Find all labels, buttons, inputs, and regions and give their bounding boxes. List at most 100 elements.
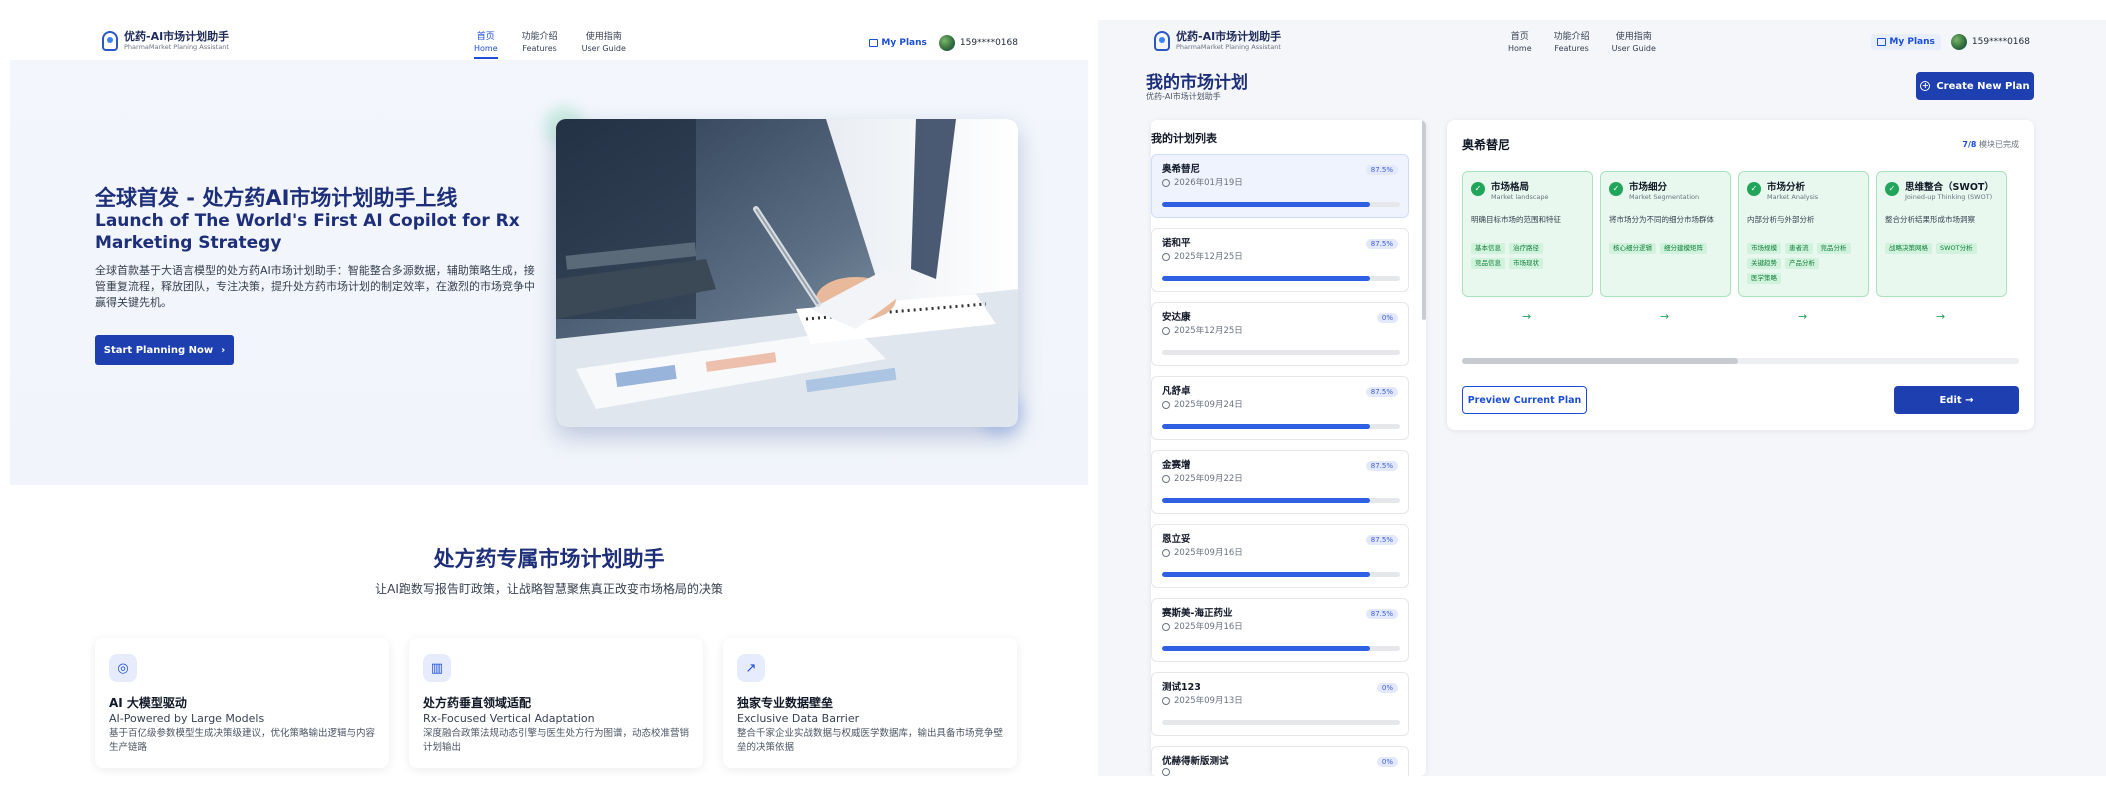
nav-user-guide[interactable]: 使用指南 User Guide [1612,32,1656,54]
module-tag: 战略决策网格 [1885,243,1932,254]
plan-detail-card: 奥希替尼 7/8 模块已完成 ✓ 市场格局 Market landscape 明确目标… [1447,120,2034,430]
plans-icon [1877,38,1887,46]
module-card[interactable]: ✓ 市场格局 Market landscape 明确目标市场的范围和特征 基本信息 治疗路… [1462,171,1593,297]
user-phone[interactable]: 159****0168 [1972,37,2030,47]
plan-list-item[interactable]: 金赛增 2025年09月22日 87.5% [1151,450,1409,514]
plan-name: 测试123 [1162,682,1201,693]
brand-logo[interactable]: 优药-AI市场计划助手 PharmaMarket Planing Assista… [1154,30,1281,52]
hero-title-cn: 全球首发 - 处方药AI市场计划助手上线 [95,186,458,210]
scrollbar-thumb[interactable] [1462,358,1738,364]
plan-date-text: 2025年09月13日 [1174,696,1243,706]
check-circle-icon: ✓ [1609,182,1623,196]
plan-progress-bar [1162,720,1400,725]
module-tag: 市场规模 [1747,243,1781,254]
user-area: My Plans 159****0168 [1871,34,2030,50]
nav-guide-cn: 使用指南 [585,32,622,42]
nav-user-guide[interactable]: 使用指南 User Guide [582,32,626,59]
plan-progress-fill [1162,572,1371,577]
module-desc: 明确目标市场的范围和特征 [1471,215,1561,224]
plan-progress-badge: 0% [1376,757,1398,767]
brand-logo[interactable]: 优药-AI市场计划助手 PharmaMarket Planing Assista… [102,30,229,52]
user-area: My Plans 159****0168 [869,35,1018,51]
section-title: 处方药专属市场计划助手 [433,547,665,571]
plan-name: 赛斯美-海正药业 [1162,608,1233,619]
plan-date: 2025年09月16日 [1162,620,1398,634]
plus-circle-icon: + [1920,81,1931,91]
arrow-right-icon: → [1660,310,1670,323]
plan-date: 2025年09月24日 [1162,398,1398,412]
plan-date: 2025年09月22日 [1162,472,1398,486]
my-plans-link[interactable]: My Plans [1871,34,1941,50]
feature-desc: 整合千家企业实战数据与权威医学数据库，输出具备市场竞争壁垒的决策依据 [737,728,1004,753]
start-planning-button[interactable]: Start Planning Now › [95,335,234,365]
my-plans-link[interactable]: My Plans [869,38,927,48]
modules-horizontal-scrollbar[interactable] [1462,358,2019,364]
plan-progress-badge: 0% [1376,683,1398,693]
feature-card-rx: ▥ 处方药垂直领域适配 Rx-Focused Vertical Adaptati… [409,638,703,768]
plan-name: 奥希替尼 [1162,164,1201,175]
brand-title: 优药-AI市场计划助手 [124,30,230,43]
plan-list-item[interactable]: 诺和平 2025年12月25日 87.5% [1151,228,1409,292]
plan-list-item[interactable]: 恩立妥 2025年09月16日 87.5% [1151,524,1409,588]
nav-home[interactable]: 首页 Home [474,32,498,59]
edit-button[interactable]: Edit → [1894,386,2019,414]
module-tags: 核心细分逻辑 细分建模矩阵 [1609,243,1722,258]
clock-icon [1162,697,1170,705]
nav-links: 首页 Home 功能介绍 Features 使用指南 User Guide [1508,32,1678,54]
plan-list-item[interactable]: 安达康 2025年12月25日 0% [1151,302,1409,366]
module-card[interactable]: ✓ 市场细分 Market Segmentation 将市场分为不同的细分市场群体 核心… [1600,171,1731,297]
nav-links: 首页 Home 功能介绍 Features 使用指南 User Guide [474,32,650,59]
arrow-right-icon: → [1798,310,1808,323]
nav-home-cn: 首页 [1510,32,1529,42]
clock-icon [1162,327,1170,335]
plan-progress-bar [1162,350,1400,355]
logo-icon [1154,31,1170,51]
avatar[interactable] [1950,34,1967,50]
module-tag: 细分建模矩阵 [1660,243,1707,254]
plan-date: 2025年09月13日 [1162,694,1398,708]
trend-icon: ↗ [737,654,765,682]
nav-features[interactable]: 功能介绍 Features [1554,32,1590,54]
plan-list-item[interactable]: 赛斯美-海正药业 2025年09月16日 87.5% [1151,598,1409,662]
module-title-cn: 市场细分 [1629,182,1668,193]
preview-current-plan-button[interactable]: Preview Current Plan [1462,386,1587,414]
plan-list-item[interactable]: 测试123 2025年09月13日 0% [1151,672,1409,736]
my-plans-page: 优药-AI市场计划助手 PharmaMarket Planing Assista… [1098,20,2106,776]
plan-list-item[interactable]: 奥希替尼 2026年01月19日 87.5% [1151,154,1409,218]
plan-progress-fill [1162,646,1371,651]
nav-features[interactable]: 功能介绍 Features [522,32,558,59]
bar-chart-icon: ▥ [423,654,451,682]
create-new-plan-button[interactable]: + Create New Plan [1916,72,2034,100]
plan-name: 诺和平 [1162,238,1191,249]
module-card[interactable]: ✓ 思维整合（SWOT） Joined-up Thinking (SWOT) 整合分析… [1876,171,2007,297]
plan-progress-bar [1162,276,1400,281]
clock-icon [1162,401,1170,409]
module-tags: 基本信息 治疗路径 竞品信息 市场现状 [1471,243,1584,273]
module-tags: 战略决策网格 SWOT分析 [1885,243,1998,258]
scrollbar-thumb[interactable] [1422,120,1426,320]
plan-detail-title: 奥希替尼 [1462,138,1511,152]
plan-progress-fill [1162,498,1371,503]
avatar[interactable] [938,35,955,51]
plan-date: 2025年12月25日 [1162,324,1398,338]
plan-list-item[interactable]: 优赫得新版测试 0% [1151,746,1409,776]
module-desc: 整合分析结果形成市场洞察 [1885,215,1975,224]
module-tag: 竞品分析 [1816,243,1851,254]
create-button-label: Create New Plan [1936,80,2030,92]
module-tag: 医学策略 [1747,273,1781,284]
nav-features-en: Features [522,44,557,53]
nav-home[interactable]: 首页 Home [1508,32,1532,54]
module-title-en: Joined-up Thinking (SWOT) [1905,193,1993,201]
user-phone[interactable]: 159****0168 [960,38,1018,48]
top-nav: 优药-AI市场计划助手 PharmaMarket Planing Assista… [1098,20,2106,60]
nav-home-en: Home [1508,44,1532,53]
feature-title-cn: 处方药垂直领域适配 [423,696,532,710]
clock-icon [1162,768,1170,776]
arrow-right-icon: → [1522,310,1532,323]
section-subtitle: 让AI跑数写报告盯政策，让战略智慧聚焦真正改变市场格局的决策 [375,582,723,596]
plan-list-item[interactable]: 凡舒卓 2025年09月24日 87.5% [1151,376,1409,440]
plan-list-scrollbar[interactable] [1422,120,1426,776]
feature-title-en: AI-Powered by Large Models [109,712,265,725]
module-card[interactable]: ✓ 市场分析 Market Analysis 内部分析与外部分析 市场规模 患者流 竞品分析… [1738,171,1869,297]
plan-name: 凡舒卓 [1162,386,1191,397]
